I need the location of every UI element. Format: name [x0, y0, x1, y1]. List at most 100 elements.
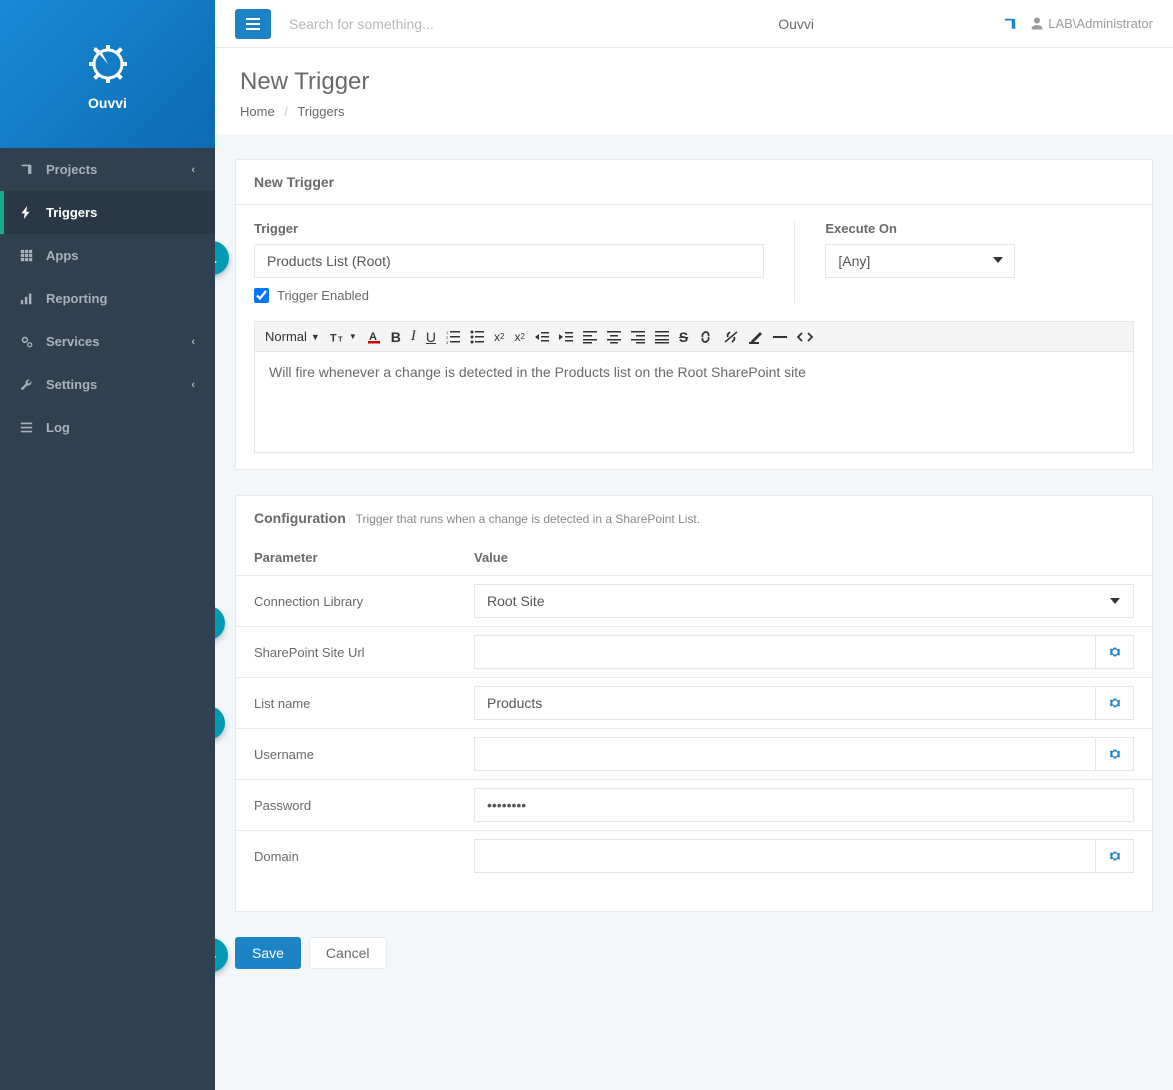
sidebar-header: Ouvvi — [0, 0, 215, 148]
underline-icon[interactable]: U — [426, 329, 436, 345]
table-row: Connection Library Root Site — [236, 576, 1152, 627]
col-value: Value — [456, 540, 1152, 576]
sidebar-nav: Projects‹ Triggers Apps Reporting Servic… — [0, 148, 215, 449]
gear-button[interactable] — [1096, 635, 1134, 669]
table-row: Password — [236, 780, 1152, 831]
superscript-icon[interactable]: x2 — [514, 330, 524, 344]
gear-icon — [1108, 849, 1122, 863]
outdent-icon[interactable] — [535, 330, 549, 344]
execute-on-label: Execute On — [825, 221, 1134, 236]
sidebar-item-settings[interactable]: Settings‹ — [0, 363, 215, 406]
configuration-panel: Configuration Trigger that runs when a c… — [235, 495, 1153, 912]
sidebar-item-label: Services — [46, 334, 100, 349]
cancel-button[interactable]: Cancel — [309, 937, 387, 969]
align-justify-icon[interactable] — [655, 330, 669, 344]
password-input[interactable] — [474, 788, 1134, 822]
topbar-title: Ouvvi — [589, 16, 1003, 32]
unordered-list-icon[interactable] — [470, 330, 484, 344]
description-editor: Normal ▼ TT ▼ A B I U 123 x2 x2 — [254, 321, 1134, 453]
search-input[interactable] — [289, 16, 589, 32]
connection-library-select[interactable]: Root Site — [474, 584, 1134, 618]
param-label: Password — [236, 780, 456, 831]
username-input[interactable] — [474, 737, 1096, 771]
trigger-enabled-checkbox[interactable] — [254, 288, 269, 303]
hamburger-icon — [246, 18, 260, 30]
italic-icon[interactable]: I — [411, 328, 416, 345]
param-label: Connection Library — [236, 576, 456, 627]
gear-icon — [1108, 645, 1122, 659]
strikethrough-icon[interactable]: S — [679, 329, 688, 345]
sidebar-item-reporting[interactable]: Reporting — [0, 277, 215, 320]
menu-toggle-button[interactable] — [235, 9, 271, 39]
user-menu[interactable]: LAB\Administrator — [1031, 16, 1153, 31]
trigger-name-input[interactable] — [254, 244, 764, 278]
page-title: New Trigger — [240, 68, 1148, 96]
sidebar-item-label: Log — [46, 420, 70, 435]
horizontal-rule-icon[interactable] — [773, 330, 787, 344]
gear-button[interactable] — [1096, 737, 1134, 771]
sidebar-item-label: Triggers — [46, 205, 97, 220]
execute-on-select[interactable]: [Any] — [825, 244, 1015, 278]
subscript-icon[interactable]: x2 — [494, 330, 504, 344]
list-icon — [20, 421, 36, 434]
topbar-right: LAB\Administrator — [1003, 16, 1153, 31]
breadcrumb: Home / Triggers — [240, 104, 1148, 119]
svg-text:T: T — [338, 334, 343, 343]
link-icon[interactable] — [698, 330, 713, 344]
brand-name: Ouvvi — [88, 95, 127, 111]
sidebar-item-projects[interactable]: Projects‹ — [0, 148, 215, 191]
param-label: Username — [236, 729, 456, 780]
config-heading: Configuration Trigger that runs when a c… — [236, 496, 1152, 540]
bolt-icon — [20, 206, 36, 219]
cogs-icon — [20, 335, 36, 348]
table-row: SharePoint Site Url — [236, 627, 1152, 678]
bars-icon — [20, 292, 36, 305]
indent-icon[interactable] — [559, 330, 573, 344]
param-label: List name — [236, 678, 456, 729]
sidebar-item-label: Apps — [46, 248, 79, 263]
code-icon[interactable] — [797, 330, 813, 344]
align-center-icon[interactable] — [607, 330, 621, 344]
page-heading: New Trigger Home / Triggers — [215, 48, 1173, 134]
sharepoint-url-input[interactable] — [474, 635, 1096, 669]
editor-toolbar: Normal ▼ TT ▼ A B I U 123 x2 x2 — [255, 322, 1133, 352]
svg-text:3: 3 — [446, 340, 449, 344]
domain-input[interactable] — [474, 839, 1096, 873]
font-color-icon[interactable]: A — [367, 330, 381, 344]
editor-content[interactable]: Will fire whenever a change is detected … — [255, 352, 1133, 452]
font-size-icon[interactable]: TT ▼ — [330, 330, 357, 344]
col-parameter: Parameter — [236, 540, 456, 576]
breadcrumb-current[interactable]: Triggers — [297, 104, 344, 119]
table-row: Username — [236, 729, 1152, 780]
svg-text:T: T — [330, 332, 337, 344]
clear-format-icon[interactable] — [749, 330, 763, 344]
breadcrumb-home[interactable]: Home — [240, 104, 275, 119]
align-left-icon[interactable] — [583, 330, 597, 344]
sidebar-item-apps[interactable]: Apps — [0, 234, 215, 277]
list-name-input[interactable] — [474, 686, 1096, 720]
sidebar-item-triggers[interactable]: Triggers — [0, 191, 215, 234]
format-dropdown[interactable]: Normal ▼ — [265, 329, 320, 344]
save-button[interactable]: Save — [235, 937, 301, 969]
chevron-left-icon: ‹ — [191, 164, 195, 176]
unlink-icon[interactable] — [723, 330, 739, 344]
bold-icon[interactable]: B — [391, 329, 401, 345]
brand-logo-icon — [83, 37, 133, 87]
user-icon — [1031, 17, 1043, 30]
book-icon[interactable] — [1003, 17, 1017, 31]
gear-button[interactable] — [1096, 686, 1134, 720]
param-label: SharePoint Site Url — [236, 627, 456, 678]
config-table: Parameter Value Connection Library Root … — [236, 540, 1152, 881]
ordered-list-icon[interactable]: 123 — [446, 330, 460, 344]
gear-button[interactable] — [1096, 839, 1134, 873]
chevron-left-icon: ‹ — [191, 336, 195, 348]
caret-down-icon: ▼ — [349, 332, 357, 341]
param-label: Domain — [236, 831, 456, 882]
trigger-panel: New Trigger 1 Trigger Trigger Enabled Ex… — [235, 159, 1153, 470]
user-label: LAB\Administrator — [1048, 16, 1153, 31]
align-right-icon[interactable] — [631, 330, 645, 344]
sidebar-item-log[interactable]: Log — [0, 406, 215, 449]
sidebar-item-services[interactable]: Services ‹ — [0, 320, 215, 363]
trigger-enabled-label: Trigger Enabled — [277, 288, 369, 303]
topbar: Ouvvi LAB\Administrator — [215, 0, 1173, 48]
